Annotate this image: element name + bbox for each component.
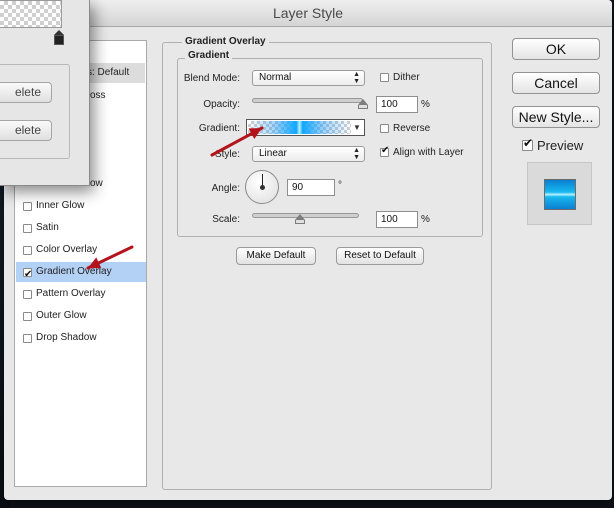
angle-dial[interactable]: [245, 170, 279, 204]
dialog-title: Layer Style: [272, 5, 344, 21]
style-item-partial-label: ow: [90, 178, 103, 189]
select-arrows-icon: ▲ ▼: [353, 147, 360, 161]
style-item-outer-glow[interactable]: Outer Glow: [16, 306, 146, 326]
style-item-checkbox[interactable]: [23, 245, 32, 255]
scale-input[interactable]: 100: [376, 211, 418, 228]
opacity-label: Opacity:: [203, 99, 240, 110]
style-item-partial-2: ow: [83, 174, 143, 194]
delete-button[interactable]: elete: [0, 82, 52, 103]
preview-swatch: [544, 179, 576, 210]
scale-slider[interactable]: [252, 213, 359, 218]
delete-button[interactable]: elete: [0, 120, 52, 141]
preview-check-box[interactable]: [522, 136, 533, 151]
style-item-pattern-overlay[interactable]: Pattern Overlay: [16, 284, 146, 304]
gradient-label: Gradient:: [198, 123, 240, 134]
preview-checkbox[interactable]: Preview: [522, 136, 584, 153]
color-stop-icon[interactable]: [54, 30, 64, 45]
gradient-editor-window: elete elete: [0, 0, 90, 186]
gradient-swatch[interactable]: [248, 121, 351, 134]
style-item-label: Satin: [36, 222, 59, 233]
gradient-dropdown-icon[interactable]: ▼: [351, 121, 363, 134]
gradient-editor-stops-group: [0, 64, 70, 159]
gradient-editor-preview[interactable]: [0, 0, 62, 28]
opacity-slider-thumb[interactable]: [358, 99, 368, 109]
cancel-button[interactable]: Cancel: [512, 72, 600, 94]
style-item-label: Gradient Overlay: [36, 266, 112, 277]
style-item-label: Color Overlay: [36, 244, 98, 255]
align-with-layer-checkbox[interactable]: Align with Layer: [380, 145, 464, 158]
preview-label: Preview: [537, 138, 584, 153]
style-item-gradient-overlay[interactable]: Gradient Overlay: [16, 262, 146, 285]
style-item-partial-label: oss: [90, 90, 106, 101]
styles-header: s: Default: [85, 63, 145, 83]
angle-center-dot: [260, 185, 265, 190]
style-item-checkbox[interactable]: [23, 311, 32, 321]
scale-unit: %: [421, 214, 430, 225]
ok-button[interactable]: OK: [512, 38, 600, 60]
scale-label: Scale:: [212, 214, 240, 225]
scale-slider-thumb[interactable]: [295, 214, 306, 224]
delete-button-label: elete: [14, 85, 41, 99]
style-select[interactable]: Linear ▲ ▼: [252, 146, 365, 162]
style-item-checkbox[interactable]: [23, 289, 32, 299]
style-preview: [527, 162, 592, 225]
style-item-label: Drop Shadow: [36, 332, 97, 343]
delete-button-label: elete: [14, 123, 41, 137]
align-with-layer-label: Align with Layer: [393, 147, 464, 158]
reverse-check-box[interactable]: [380, 124, 389, 133]
style-item-satin[interactable]: Satin: [16, 218, 146, 238]
dither-checkbox[interactable]: Dither: [380, 72, 420, 83]
reverse-label: Reverse: [393, 123, 431, 134]
style-item-drop-shadow[interactable]: Drop Shadow: [16, 328, 146, 348]
style-item-checkbox[interactable]: [23, 223, 32, 233]
blend-mode-select[interactable]: Normal ▲ ▼: [252, 70, 365, 86]
style-item-color-overlay[interactable]: Color Overlay: [16, 240, 146, 260]
style-item-inner-glow[interactable]: Inner Glow: [16, 196, 146, 216]
gradient-overlay-section-title: Gradient Overlay: [182, 36, 269, 47]
new-style-button[interactable]: New Style...: [512, 106, 600, 128]
style-label: Style:: [214, 149, 240, 160]
style-value: Linear: [259, 148, 287, 159]
gradient-subsection-title: Gradient: [185, 50, 233, 61]
select-arrows-icon: ▲ ▼: [353, 71, 360, 85]
blend-mode-label: Blend Mode:: [183, 73, 240, 84]
gradient-picker[interactable]: ▼: [246, 119, 365, 136]
align-with-layer-check-box[interactable]: [380, 145, 389, 157]
reverse-checkbox[interactable]: Reverse: [380, 123, 430, 134]
style-item-label: Pattern Overlay: [36, 288, 106, 299]
dither-label: Dither: [393, 72, 420, 83]
style-item-partial-1: oss: [83, 86, 143, 106]
opacity-unit: %: [421, 99, 430, 110]
style-item-checkbox[interactable]: [23, 265, 32, 285]
styles-header-label: s: Default: [87, 67, 130, 78]
opacity-slider[interactable]: [252, 98, 363, 103]
angle-input[interactable]: 90: [287, 179, 335, 196]
dialog-titlebar: Layer Style: [4, 0, 612, 27]
angle-unit: °: [338, 180, 342, 191]
make-default-button[interactable]: Make Default: [236, 247, 316, 265]
blend-mode-value: Normal: [259, 72, 292, 83]
opacity-input[interactable]: 100: [376, 96, 418, 113]
style-item-checkbox[interactable]: [23, 333, 32, 343]
layer-style-dialog: Layer Style s: Default oss ow Inner Glow…: [4, 0, 612, 500]
style-item-checkbox[interactable]: [23, 201, 32, 211]
dither-check-box[interactable]: [380, 73, 389, 82]
style-item-label: Outer Glow: [36, 310, 87, 321]
reset-to-default-button[interactable]: Reset to Default: [336, 247, 424, 265]
style-item-label: Inner Glow: [36, 200, 85, 211]
angle-label: Angle:: [211, 183, 240, 194]
